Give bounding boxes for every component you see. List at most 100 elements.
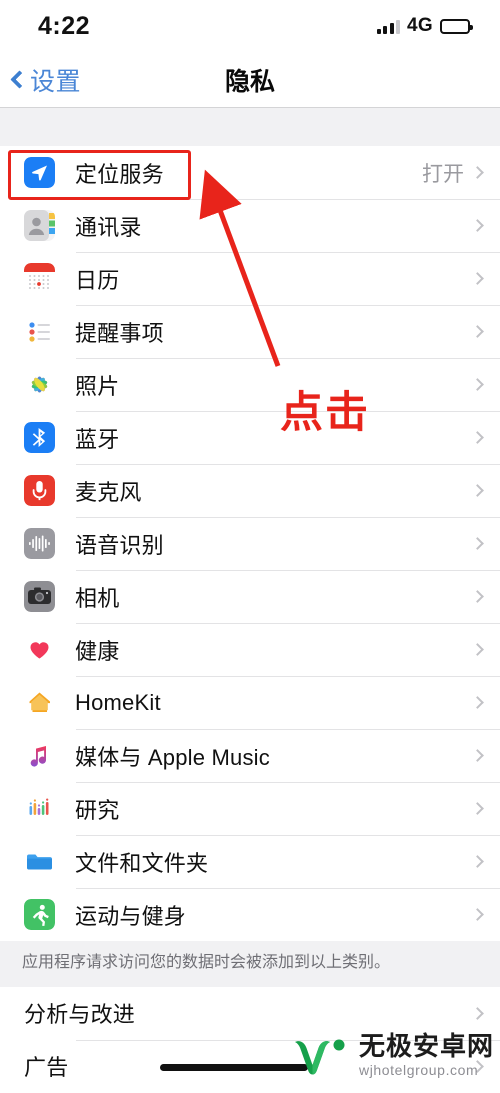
list-item-label: 文件和文件夹: [75, 850, 209, 876]
privacy-list: 定位服务 打开 通讯录 日历 提醒事项 照片 蓝牙 麦克风 语音识别 相机 健康…: [0, 146, 500, 941]
list-item-research[interactable]: 研究: [0, 782, 500, 835]
list-item-microphone[interactable]: 麦克风: [0, 464, 500, 517]
list-item-label: 健康: [75, 638, 120, 664]
chevron-right-icon: [471, 431, 484, 444]
list-item-label: 广告: [24, 1055, 69, 1081]
list-item-accessory: 打开: [422, 158, 484, 188]
signal-bars-icon: [376, 19, 401, 34]
list-item-accessory: [471, 431, 484, 444]
list-item-motion-fitness[interactable]: 运动与健身: [0, 888, 500, 941]
battery-icon: [440, 18, 473, 34]
list-item-label: 照片: [75, 373, 120, 399]
chevron-right-icon: [471, 272, 484, 285]
list-item-accessory: [471, 219, 484, 232]
chevron-right-icon: [471, 855, 484, 868]
chevron-right-icon: [471, 749, 484, 762]
watermark-url: wjhotelgroup.com: [358, 1062, 479, 1078]
list-item-label: 相机: [75, 585, 120, 611]
list-item-homekit[interactable]: HomeKit: [0, 676, 500, 729]
w-logo-icon: [294, 1039, 345, 1075]
list-item-accessory: [471, 325, 484, 338]
list-item-accessory: [471, 272, 484, 285]
camera-icon: [24, 581, 55, 612]
location-arrow-icon: [24, 157, 55, 188]
list-item-label: 分析与改进: [24, 1002, 136, 1028]
list-item-calendar[interactable]: 日历: [0, 252, 500, 305]
list-item-accessory: [471, 908, 484, 921]
network-type-label: 4G: [407, 15, 433, 36]
chevron-right-icon: [471, 484, 484, 497]
health-heart-icon: [24, 634, 55, 665]
list-item-accessory: [471, 378, 484, 391]
music-note-icon: [24, 740, 55, 771]
speech-recognition-icon: [24, 528, 55, 559]
list-item-reminders[interactable]: 提醒事项: [0, 305, 500, 358]
watermark-text: 无极安卓网 wjhotelgroup.com: [359, 1033, 494, 1077]
back-button-label: 设置: [30, 67, 82, 96]
status-bar-time: 4:22: [38, 11, 91, 40]
list-item-bluetooth[interactable]: 蓝牙: [0, 411, 500, 464]
list-item-label: 定位服务: [75, 161, 164, 187]
list-item-speech-recognition[interactable]: 语音识别: [0, 517, 500, 570]
research-chart-icon: [24, 793, 55, 824]
fitness-runner-icon: [24, 899, 55, 930]
list-item-accessory: [471, 696, 484, 709]
chevron-right-icon: [471, 325, 484, 338]
list-item-accessory: [471, 590, 484, 603]
status-bar: 4:22 4G: [0, 0, 500, 52]
list-item-camera[interactable]: 相机: [0, 570, 500, 623]
list-item-accessory: [471, 1006, 484, 1020]
list-item-value: 打开: [422, 162, 464, 186]
list-item-label: 日历: [75, 267, 120, 293]
list-item-health[interactable]: 健康: [0, 623, 500, 676]
status-bar-indicators: 4G: [376, 15, 473, 37]
bluetooth-icon: [24, 422, 55, 453]
homekit-house-icon: [24, 687, 55, 718]
calendar-icon: [24, 263, 55, 294]
navigation-bar: 设置 隐私: [0, 52, 500, 108]
chevron-right-icon: [471, 1006, 484, 1020]
section-gap-top: [0, 108, 500, 146]
chevron-right-icon: [471, 643, 484, 656]
list-item-label: 媒体与 Apple Music: [75, 744, 270, 770]
list-item-label: 通讯录: [75, 214, 142, 240]
list-item-label: 蓝牙: [75, 426, 120, 452]
chevron-right-icon: [471, 378, 484, 391]
reminders-icon: [24, 316, 55, 347]
list-item-accessory: [471, 749, 484, 762]
list-item-contacts[interactable]: 通讯录: [0, 199, 500, 252]
list-item-accessory: [471, 484, 484, 497]
watermark: 无极安卓网 wjhotelgroup.com: [291, 1031, 494, 1079]
chevron-right-icon: [471, 166, 484, 179]
contacts-icon: [24, 210, 55, 241]
chevron-right-icon: [471, 696, 484, 709]
list-item-files-and-folders[interactable]: 文件和文件夹: [0, 835, 500, 888]
list-item-media-apple-music[interactable]: 媒体与 Apple Music: [0, 729, 500, 782]
chevron-right-icon: [471, 219, 484, 232]
chevron-right-icon: [471, 590, 484, 603]
list-item-label: 运动与健身: [75, 903, 187, 929]
microphone-icon: [24, 475, 55, 506]
privacy-footer-note: 应用程序请求访问您的数据时会被添加到以上类别。: [0, 941, 500, 987]
list-item-location-services[interactable]: 定位服务 打开: [0, 146, 500, 199]
iphone-screen: 4:22 4G 设置 隐私 定位服务 打开 通讯录 日历 提醒事项 照片 蓝牙 …: [0, 0, 500, 1093]
list-item-photos[interactable]: 照片: [0, 358, 500, 411]
list-item-accessory: [471, 537, 484, 550]
list-item-label: 提醒事项: [75, 320, 164, 346]
list-item-accessory: [471, 855, 484, 868]
list-item-accessory: [471, 643, 484, 656]
chevron-right-icon: [471, 908, 484, 921]
list-item-label: 研究: [75, 797, 120, 823]
list-item-label: 麦克风: [75, 479, 142, 505]
list-item-label: 语音识别: [75, 532, 164, 558]
list-item-label: HomeKit: [75, 689, 161, 715]
home-indicator: [160, 1064, 308, 1071]
chevron-right-icon: [471, 802, 484, 815]
chevron-right-icon: [471, 537, 484, 550]
watermark-title: 无极安卓网: [358, 1031, 494, 1061]
folder-icon: [24, 846, 55, 877]
chevron-left-icon: [10, 70, 29, 89]
list-item-accessory: [471, 802, 484, 815]
back-button[interactable]: 设置: [0, 62, 81, 98]
photos-icon: [24, 369, 55, 400]
